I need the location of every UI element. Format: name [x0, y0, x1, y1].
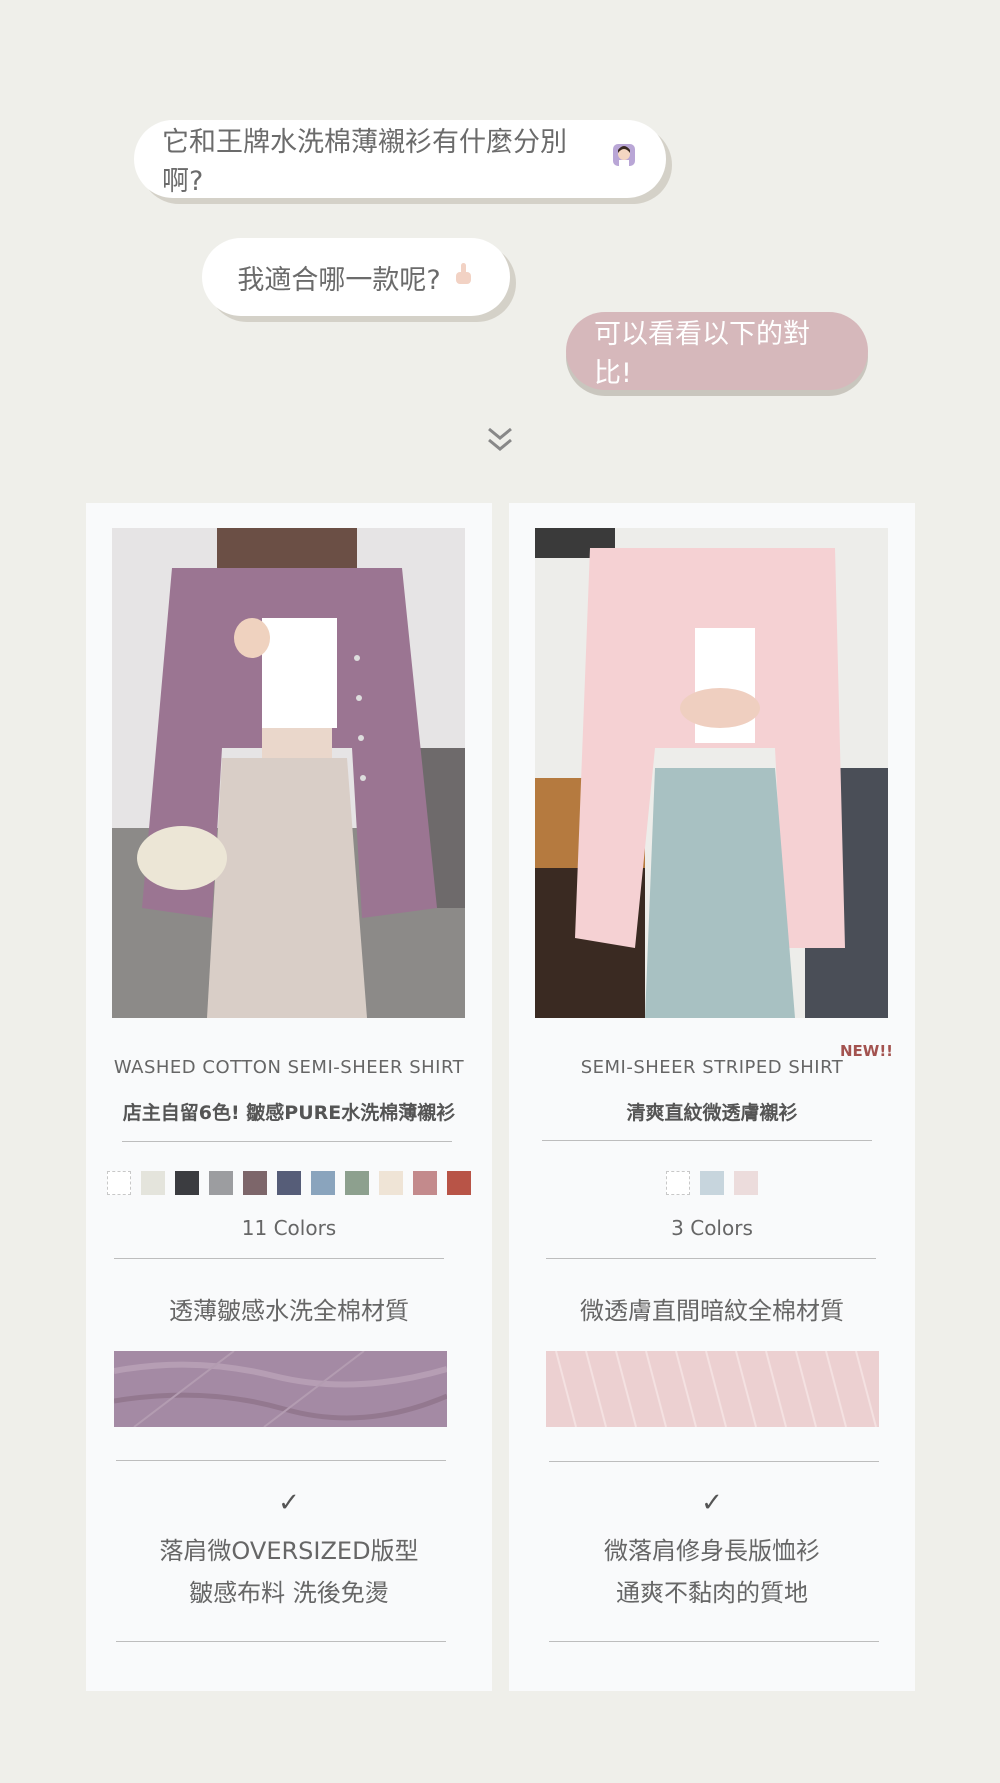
- divider: [546, 1258, 876, 1259]
- product-chinese-name[interactable]: 店主自留6色! 皺感PURE水洗棉薄襯衫: [86, 1098, 492, 1125]
- color-swatch[interactable]: [175, 1171, 199, 1195]
- feature-line-2: 皺感布料 洗後免燙: [189, 1579, 389, 1607]
- color-swatches: [86, 1171, 492, 1195]
- product-english-name: WASHED COTTON SEMI-SHEER SHIRT: [113, 1057, 465, 1078]
- color-swatches: [509, 1171, 915, 1195]
- color-swatch[interactable]: [311, 1171, 335, 1195]
- material-description: 透薄皺感水洗全棉材質: [169, 1297, 409, 1325]
- color-count: 11 Colors: [241, 1216, 337, 1240]
- divider: [116, 1460, 446, 1461]
- product-chinese-name[interactable]: 清爽直紋微透膚襯衫: [509, 1098, 915, 1125]
- color-swatch[interactable]: [379, 1171, 403, 1195]
- color-swatch[interactable]: [734, 1171, 758, 1195]
- question-bubble-2: 我適合哪一款呢?: [202, 238, 510, 316]
- fabric-texture-pink: [546, 1351, 879, 1427]
- divider: [114, 1258, 444, 1259]
- feature-line-1: 微落肩修身長版恤衫: [604, 1537, 820, 1565]
- woman-tipping-hand-icon: [610, 142, 638, 176]
- color-swatch[interactable]: [666, 1171, 690, 1195]
- color-swatch[interactable]: [243, 1171, 267, 1195]
- material-description: 微透膚直間暗紋全棉材質: [580, 1297, 844, 1325]
- color-swatch[interactable]: [277, 1171, 301, 1195]
- color-swatch[interactable]: [107, 1171, 131, 1195]
- check-mark-icon: ✓: [278, 1488, 300, 1518]
- color-count: 3 Colors: [671, 1216, 753, 1240]
- answer-bubble: 可以看看以下的對比!: [566, 312, 868, 390]
- divider: [542, 1140, 872, 1141]
- answer-text: 可以看看以下的對比!: [594, 319, 810, 389]
- question-1-text: 它和王牌水洗棉薄襯衫有什麼分別啊?: [162, 127, 567, 197]
- product-card-striped[interactable]: NEW!! SEMI-SHEER STRIPED SHIRT 清爽直紋微透膚襯衫…: [509, 503, 915, 1691]
- divider: [549, 1461, 879, 1462]
- color-swatch[interactable]: [345, 1171, 369, 1195]
- pointing-up-icon: [451, 261, 475, 293]
- divider: [116, 1641, 446, 1642]
- color-swatch[interactable]: [141, 1171, 165, 1195]
- product-photo-lilac-shirt[interactable]: [112, 528, 465, 1018]
- color-swatch[interactable]: [209, 1171, 233, 1195]
- product-photo-pink-shirt[interactable]: [535, 528, 888, 1018]
- color-swatch[interactable]: [413, 1171, 437, 1195]
- divider: [549, 1641, 879, 1642]
- color-swatch[interactable]: [447, 1171, 471, 1195]
- feature-line-2: 通爽不黏肉的質地: [616, 1579, 808, 1607]
- question-2-text: 我適合哪一款呢?: [237, 264, 441, 296]
- question-bubble-1: 它和王牌水洗棉薄襯衫有什麼分別啊?: [134, 120, 666, 198]
- feature-line-1: 落肩微OVERSIZED版型: [159, 1537, 419, 1565]
- fabric-texture-lilac: [114, 1351, 447, 1427]
- double-chevron-down-icon: [488, 427, 512, 451]
- product-english-name: SEMI-SHEER STRIPED SHIRT: [580, 1057, 844, 1078]
- check-mark-icon: ✓: [701, 1488, 723, 1518]
- color-swatch[interactable]: [700, 1171, 724, 1195]
- divider: [122, 1141, 452, 1142]
- product-card-washed-cotton[interactable]: WASHED COTTON SEMI-SHEER SHIRT 店主自留6色! 皺…: [86, 503, 492, 1691]
